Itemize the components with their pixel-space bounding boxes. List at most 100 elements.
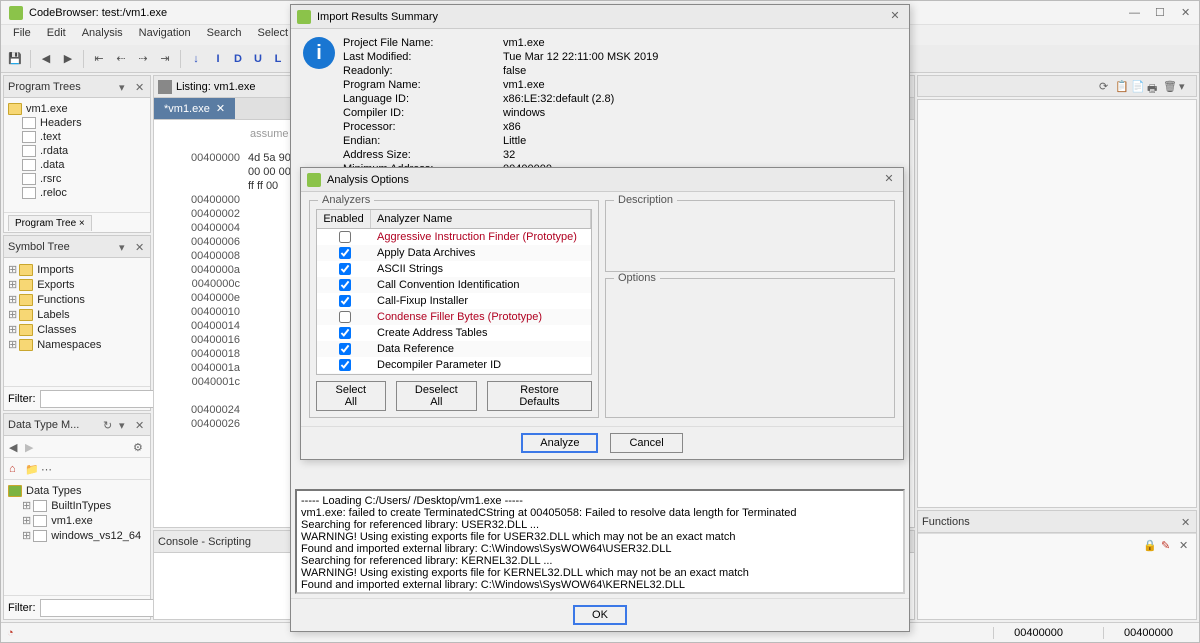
analysis-options-dialog: Analysis Options ✕ Analyzers Enabled Ana… xyxy=(300,167,904,460)
nav3-icon[interactable]: ⇢ xyxy=(133,49,153,69)
rt-paste-icon[interactable]: 📄 xyxy=(1130,79,1144,93)
dialog-close-icon[interactable]: ✕ xyxy=(881,172,897,188)
analyzer-row[interactable]: ASCII Strings xyxy=(317,261,591,277)
analyzer-row[interactable]: Decompiler Switch Analysis xyxy=(317,373,591,374)
nav1-icon[interactable]: ⇤ xyxy=(89,49,109,69)
save-icon[interactable]: 💾 xyxy=(5,49,25,69)
tree-item[interactable]: .text xyxy=(22,130,146,144)
tree-item[interactable]: .reloc xyxy=(22,186,146,200)
analyzer-checkbox[interactable] xyxy=(339,279,351,291)
deselect-all-button[interactable]: Deselect All xyxy=(396,381,477,411)
analyzer-row[interactable]: Condense Filler Bytes (Prototype) xyxy=(317,309,591,325)
dt-fwd-icon[interactable]: ▶ xyxy=(24,440,38,454)
menu-edit[interactable]: Edit xyxy=(39,25,74,45)
tree-item[interactable]: ⊞Namespaces xyxy=(8,337,146,352)
rt-trash-icon[interactable]: 🗑 xyxy=(1162,79,1176,93)
toolbar-l-button[interactable]: L xyxy=(268,49,288,69)
analyzer-checkbox[interactable] xyxy=(339,231,351,243)
select-all-button[interactable]: Select All xyxy=(316,381,386,411)
fwd-icon[interactable]: ▶ xyxy=(58,49,78,69)
tree-item[interactable]: ⊞Classes xyxy=(8,322,146,337)
analyzer-checkbox[interactable] xyxy=(339,295,351,307)
dt-back-icon[interactable]: ◀ xyxy=(8,440,22,454)
import-dialog-title: Import Results Summary xyxy=(317,11,438,23)
nav4-icon[interactable]: ⇥ xyxy=(155,49,175,69)
cursor-icon[interactable]: ↓ xyxy=(186,49,206,69)
listing-tab[interactable]: *vm1.exe ✕ xyxy=(154,98,235,119)
back-icon[interactable]: ◀ xyxy=(36,49,56,69)
fn-lock-icon[interactable]: 🔒 xyxy=(1142,538,1156,552)
tree-item[interactable]: .rsrc xyxy=(22,172,146,186)
analyzer-row[interactable]: Decompiler Parameter ID xyxy=(317,357,591,373)
rt-print-icon[interactable]: 🖶 xyxy=(1146,79,1160,93)
dt-folder-icon[interactable]: 📁 xyxy=(24,462,38,476)
tree-item[interactable]: Headers xyxy=(22,116,146,130)
rt-menu-icon[interactable]: ▾ xyxy=(1178,79,1192,93)
import-log[interactable]: ----- Loading C:/Users/ /Desktop/vm1.exe… xyxy=(295,489,905,594)
analyzer-row[interactable]: Call-Fixup Installer xyxy=(317,293,591,309)
tree-root[interactable]: vm1.exe xyxy=(8,102,146,116)
analyzer-row[interactable]: Apply Data Archives xyxy=(317,245,591,261)
analyze-button[interactable]: Analyze xyxy=(521,433,598,453)
tree-item[interactable]: ⊞Exports xyxy=(8,277,146,292)
tree-root[interactable]: Data Types xyxy=(8,484,146,498)
status-icon: ◔ xyxy=(7,627,14,639)
panel-close-icon[interactable]: ✕ xyxy=(134,240,148,254)
analyzer-row[interactable]: Call Convention Identification xyxy=(317,277,591,293)
analyzer-checkbox[interactable] xyxy=(339,247,351,259)
analyzer-row[interactable]: Create Address Tables xyxy=(317,325,591,341)
dt-home-icon[interactable]: ⌂ xyxy=(8,462,22,476)
tree-item[interactable]: ⊞Imports xyxy=(8,262,146,277)
panel-close-icon[interactable]: ✕ xyxy=(134,80,148,94)
close-icon[interactable]: ✕ xyxy=(1181,1,1195,15)
analyzer-checkbox[interactable] xyxy=(339,359,351,371)
tree-item[interactable]: .data xyxy=(22,158,146,172)
restore-defaults-button[interactable]: Restore Defaults xyxy=(487,381,592,411)
tree-item[interactable]: ⊞vm1.exe xyxy=(22,513,146,528)
status-addr1: 00400000 xyxy=(993,627,1083,639)
panel-close-icon[interactable]: ✕ xyxy=(1180,515,1194,529)
menu-file[interactable]: File xyxy=(5,25,39,45)
listing-title: Listing: vm1.exe xyxy=(176,81,255,93)
panel-close-icon[interactable]: ✕ xyxy=(134,418,148,432)
fn-edit-icon[interactable]: ✎ xyxy=(1160,538,1174,552)
nav2-icon[interactable]: ⇠ xyxy=(111,49,131,69)
analyzer-checkbox[interactable] xyxy=(339,263,351,275)
dt-other-icon[interactable]: ⋯ xyxy=(40,462,54,476)
toolbar-d-button[interactable]: D xyxy=(228,49,248,69)
tree-item[interactable]: .rdata xyxy=(22,144,146,158)
panel-refresh-icon[interactable]: ↻ xyxy=(102,418,116,432)
program-tree-tab[interactable]: Program Tree × xyxy=(8,215,92,231)
tree-item[interactable]: ⊞Functions xyxy=(8,292,146,307)
menu-search[interactable]: Search xyxy=(199,25,250,45)
tree-item[interactable]: ⊞windows_vs12_64 xyxy=(22,528,146,543)
import-ok-button[interactable]: OK xyxy=(573,605,627,625)
maximize-icon[interactable]: ☐ xyxy=(1155,1,1169,15)
analyzer-row[interactable]: Aggressive Instruction Finder (Prototype… xyxy=(317,229,591,245)
analyzer-checkbox[interactable] xyxy=(339,327,351,339)
tab-close-icon[interactable]: ✕ xyxy=(216,102,225,115)
toolbar-i-button[interactable]: I xyxy=(208,49,228,69)
analyzer-row[interactable]: Data Reference xyxy=(317,341,591,357)
filter-label: Filter: xyxy=(8,393,36,405)
dialog-close-icon[interactable]: ✕ xyxy=(887,9,903,25)
col-name[interactable]: Analyzer Name xyxy=(371,210,591,228)
analyzer-checkbox[interactable] xyxy=(339,343,351,355)
rt-refresh-icon[interactable]: ⟳ xyxy=(1098,79,1112,93)
cancel-button[interactable]: Cancel xyxy=(610,433,682,453)
minimize-icon[interactable]: — xyxy=(1129,1,1143,15)
dialog-icon xyxy=(297,10,311,24)
panel-menu-icon[interactable]: ▾ xyxy=(118,80,132,94)
tree-item[interactable]: ⊞BuiltInTypes xyxy=(22,498,146,513)
menu-navigation[interactable]: Navigation xyxy=(131,25,199,45)
col-enabled[interactable]: Enabled xyxy=(317,210,371,228)
tree-item[interactable]: ⊞Labels xyxy=(8,307,146,322)
panel-menu-icon[interactable]: ▾ xyxy=(118,418,132,432)
rt-copy-icon[interactable]: 📋 xyxy=(1114,79,1128,93)
fn-close-icon[interactable]: ✕ xyxy=(1178,538,1192,552)
dt-filter-icon[interactable]: ⚙ xyxy=(132,440,146,454)
analyzer-checkbox[interactable] xyxy=(339,311,351,323)
toolbar-u-button[interactable]: U xyxy=(248,49,268,69)
panel-menu-icon[interactable]: ▾ xyxy=(118,240,132,254)
menu-analysis[interactable]: Analysis xyxy=(74,25,131,45)
